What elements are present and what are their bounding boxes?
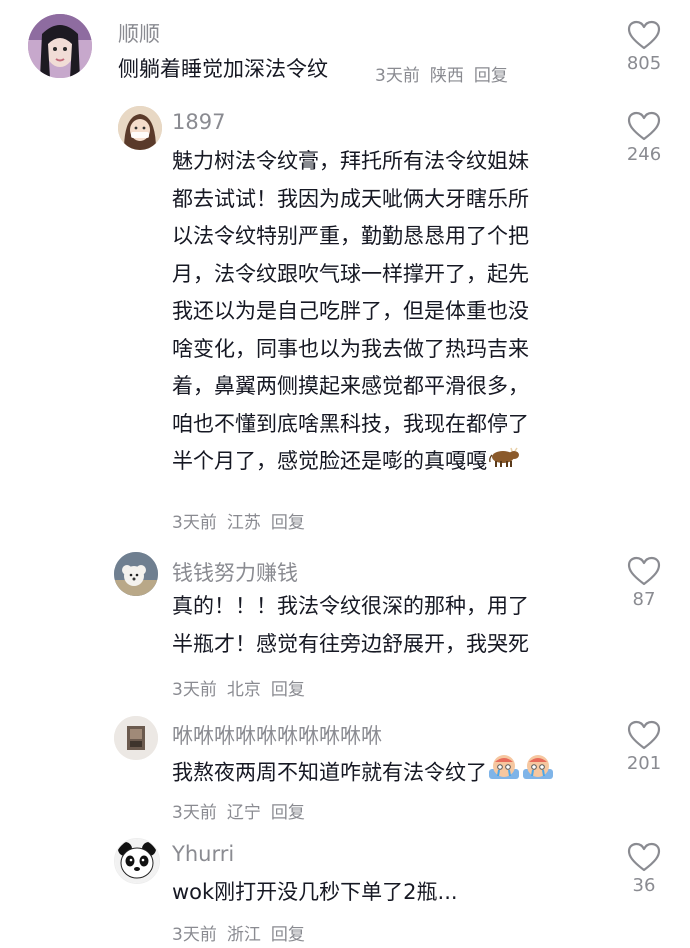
avatar[interactable] xyxy=(28,14,92,78)
avatar[interactable] xyxy=(114,552,158,596)
like-button[interactable]: 201 xyxy=(616,720,672,774)
username[interactable]: 1897 xyxy=(172,110,225,134)
like-count: 36 xyxy=(632,875,656,896)
avatar[interactable] xyxy=(114,838,160,884)
comment-meta: 3天前 江苏 回复 xyxy=(172,508,315,533)
like-count: 201 xyxy=(626,753,662,774)
crying-face-emoji-icon xyxy=(487,752,555,795)
location: 浙江 xyxy=(226,925,261,945)
username[interactable]: 咻咻咻咻咻咻咻咻咻咻 xyxy=(172,720,382,750)
comment-text: wok刚打开没几秒下单了2瓶... xyxy=(172,880,458,904)
reply-button[interactable]: 回复 xyxy=(474,66,508,86)
avatar-illustrated-girl-icon xyxy=(118,106,162,150)
avatar-dog-icon xyxy=(114,552,158,596)
username[interactable]: 顺顺 xyxy=(118,18,160,48)
comment-text: 真的！！！我法令纹很深的那种，用了 半瓶才！感觉有往旁边舒展开，我哭死 xyxy=(172,594,529,656)
location: 辽宁 xyxy=(226,803,261,823)
comment-text: 侧躺着睡觉加深法令纹 xyxy=(118,57,328,81)
avatar-panda-icon xyxy=(115,839,159,883)
heart-icon xyxy=(627,111,661,141)
username[interactable]: 钱钱努力赚钱 xyxy=(172,557,298,587)
like-button[interactable]: 805 xyxy=(616,20,672,74)
reply-button[interactable]: 回复 xyxy=(271,680,305,700)
like-count: 246 xyxy=(626,144,662,165)
heart-icon xyxy=(627,720,661,750)
like-count: 87 xyxy=(632,589,656,610)
username[interactable]: Yhurri xyxy=(172,842,234,866)
comment-meta: 3天前 北京 回复 xyxy=(172,675,315,700)
location: 陕西 xyxy=(429,66,464,86)
comment-meta: 3天前 浙江 回复 xyxy=(172,920,315,945)
cow-emoji-icon xyxy=(487,443,521,481)
avatar-photo-icon xyxy=(114,716,158,760)
comment-meta: 3天前 陕西 回复 xyxy=(375,61,518,86)
comment-text: 魅力树法令纹膏，拜托所有法令纹姐妹 都去试试！我因为成天呲俩大牙瞎乐所 以法令纹… xyxy=(172,143,529,481)
like-button[interactable]: 246 xyxy=(616,111,672,165)
like-button[interactable]: 36 xyxy=(616,842,672,896)
timestamp: 3天前 xyxy=(172,925,217,945)
avatar[interactable] xyxy=(114,716,158,760)
avatar[interactable] xyxy=(118,106,162,150)
timestamp: 3天前 xyxy=(172,803,217,823)
heart-icon xyxy=(627,556,661,586)
reply-button[interactable]: 回复 xyxy=(271,925,305,945)
avatar-girl-purple-icon xyxy=(28,14,92,78)
timestamp: 3天前 xyxy=(172,680,217,700)
location: 江苏 xyxy=(226,513,261,533)
heart-icon xyxy=(627,20,661,50)
reply-button[interactable]: 回复 xyxy=(271,803,305,823)
comment-meta: 3天前 辽宁 回复 xyxy=(172,798,315,823)
timestamp: 3天前 xyxy=(172,513,217,533)
heart-icon xyxy=(627,842,661,872)
reply-button[interactable]: 回复 xyxy=(271,513,305,533)
location: 北京 xyxy=(226,680,261,700)
like-button[interactable]: 87 xyxy=(616,556,672,610)
timestamp: 3天前 xyxy=(375,66,420,86)
comment-text: 我熬夜两周不知道咋就有法令纹了 xyxy=(172,752,555,795)
like-count: 805 xyxy=(626,53,662,74)
